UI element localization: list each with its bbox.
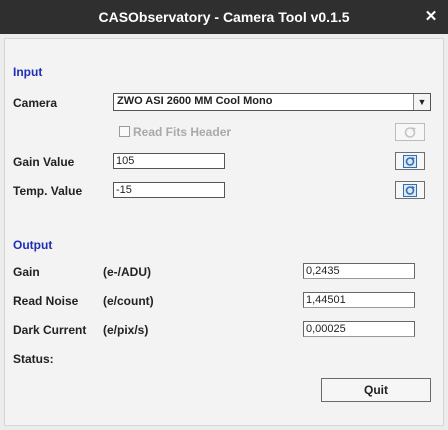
read-noise-label: Read Noise (13, 294, 79, 308)
read-fits-label: Read Fits Header (133, 125, 232, 139)
refresh-icon (403, 183, 417, 197)
window-title: CASObservatory - Camera Tool v0.1.5 (98, 9, 350, 25)
read-noise-unit: (e/count) (103, 294, 154, 308)
refresh-icon (403, 154, 417, 168)
dark-current-unit: (e/pix/s) (103, 323, 149, 337)
output-section-heading: Output (13, 238, 53, 252)
temp-refresh-button[interactable] (395, 181, 425, 199)
gain-value-field[interactable]: 105 (113, 153, 225, 169)
camera-label: Camera (13, 96, 58, 110)
status-label: Status: (13, 352, 54, 366)
temp-value-field[interactable]: -15 (113, 182, 225, 198)
input-section-heading: Input (13, 65, 43, 79)
gain-refresh-button[interactable] (395, 152, 425, 170)
app-window: CASObservatory - Camera Tool v0.1.5 ✕ In… (0, 0, 448, 430)
chevron-down-icon[interactable]: ▼ (413, 94, 430, 110)
read-fits-checkbox[interactable] (119, 126, 130, 137)
read-noise-field[interactable]: 1,44501 (303, 292, 415, 308)
dark-current-field[interactable]: 0,00025 (303, 321, 415, 337)
gain-output-unit: (e-/ADU) (103, 265, 151, 279)
title-bar: CASObservatory - Camera Tool v0.1.5 ✕ (0, 0, 448, 34)
gain-output-label: Gain (13, 265, 40, 279)
quit-button[interactable]: Quit (321, 378, 431, 402)
camera-select[interactable]: ZWO ASI 2600 MM Cool Mono ▼ (113, 93, 431, 111)
gain-value-label: Gain Value (13, 155, 75, 169)
main-panel: Input Camera ZWO ASI 2600 MM Cool Mono ▼… (4, 38, 444, 426)
camera-selected-value: ZWO ASI 2600 MM Cool Mono (117, 95, 273, 107)
refresh-icon (404, 126, 416, 138)
read-fits-refresh-button[interactable] (395, 123, 425, 141)
dark-current-label: Dark Current (13, 323, 87, 337)
close-icon[interactable]: ✕ (422, 8, 440, 26)
gain-output-field[interactable]: 0,2435 (303, 263, 415, 279)
temp-value-label: Temp. Value (13, 184, 83, 198)
